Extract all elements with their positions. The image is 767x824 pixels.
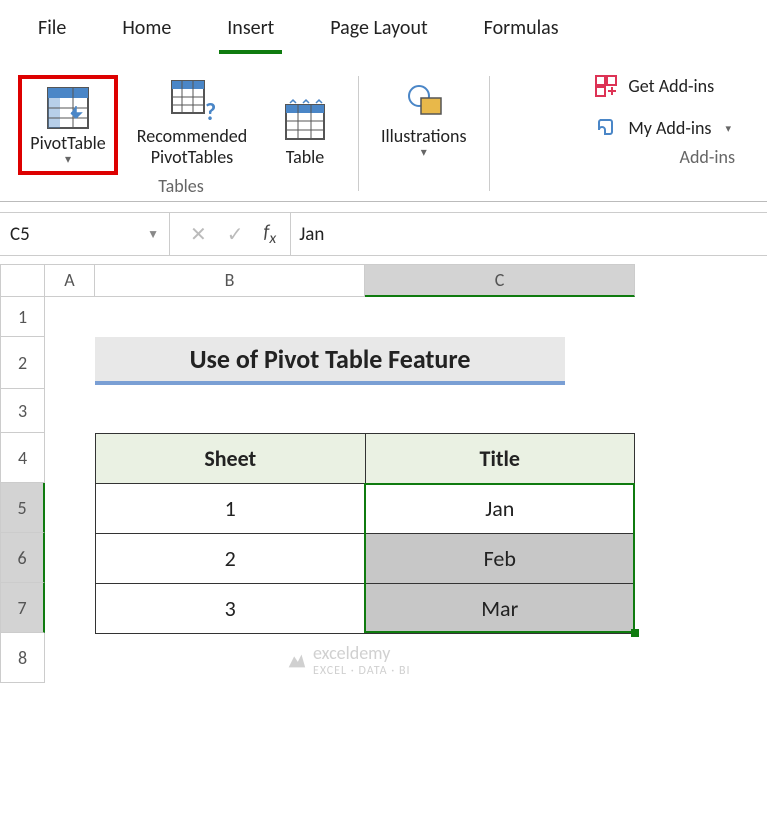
illustrations-button[interactable]: Illustrations ▾ [377, 70, 471, 166]
ribbon-body: PivotTable ▾ ? Recommended PivotTables T… [0, 62, 767, 202]
cancel-icon[interactable]: ✕ [190, 222, 207, 247]
row-header-3[interactable]: 3 [0, 389, 45, 433]
ribbon-group-addins: Get Add-ins My Add-ins ▾ Add-ins [496, 70, 758, 197]
table-cell[interactable]: Feb [365, 534, 635, 584]
watermark-icon [285, 649, 307, 671]
name-box-value: C5 [10, 223, 30, 246]
row-header-8[interactable]: 8 [0, 633, 45, 683]
separator [489, 76, 490, 191]
row-header-5[interactable]: 5 [0, 483, 45, 533]
illustrations-label: Illustrations [381, 126, 467, 147]
ribbon-group-tables: PivotTable ▾ ? Recommended PivotTables T… [10, 70, 352, 197]
name-box[interactable]: C5 ▼ [0, 213, 170, 255]
col-header-c[interactable]: C [365, 264, 635, 297]
get-addins-button[interactable]: Get Add-ins [594, 74, 731, 98]
table-cell[interactable]: 2 [96, 534, 366, 584]
col-header-b[interactable]: B [95, 264, 365, 297]
row-header-4[interactable]: 4 [0, 433, 45, 483]
recommended-pivottables-label: Recommended PivotTables [137, 126, 247, 167]
enter-icon[interactable]: ✓ [227, 222, 244, 247]
row-header-1[interactable]: 1 [0, 297, 45, 337]
formula-bar: C5 ▼ ✕ ✓ fx Jan [0, 212, 767, 256]
get-addins-icon [594, 74, 618, 98]
table-cell[interactable]: 3 [96, 584, 366, 634]
table-header-sheet[interactable]: Sheet [96, 434, 366, 484]
row-header-2[interactable]: 2 [0, 337, 45, 389]
pivottable-button[interactable]: PivotTable ▾ [22, 77, 114, 173]
formula-input[interactable]: Jan [291, 223, 767, 246]
table-label: Table [286, 147, 325, 168]
svg-text:?: ? [205, 98, 216, 126]
my-addins-icon [594, 116, 618, 140]
chevron-down-icon: ▾ [725, 122, 731, 135]
pivottable-label: PivotTable [30, 133, 105, 154]
ribbon-tabs: File Home Insert Page Layout Formulas [0, 0, 767, 62]
cells-area[interactable]: Use of Pivot Table Feature Sheet Title 1… [45, 297, 767, 683]
pivottable-icon [43, 83, 93, 133]
watermark-name: exceldemy [313, 642, 411, 664]
data-table: Sheet Title 1 Jan 2 Feb 3 Mar [95, 433, 635, 634]
recommended-pivottables-icon: ? [167, 76, 217, 126]
group-label-tables: Tables [158, 175, 204, 197]
chevron-down-icon: ▾ [421, 147, 427, 161]
group-label-illustrations [422, 168, 426, 190]
select-all-corner[interactable] [0, 264, 45, 297]
get-addins-label: Get Add-ins [628, 75, 714, 97]
formula-controls: ✕ ✓ [170, 222, 264, 247]
table-icon [280, 97, 330, 147]
row-header-7[interactable]: 7 [0, 583, 45, 633]
tab-page-layout[interactable]: Page Layout [322, 12, 435, 54]
tab-home[interactable]: Home [114, 12, 179, 54]
watermark: exceldemy EXCEL · DATA · BI [285, 642, 411, 678]
group-label-addins: Add-ins [680, 146, 735, 168]
separator [358, 76, 359, 191]
sheet-title[interactable]: Use of Pivot Table Feature [95, 337, 565, 385]
table-button[interactable]: Table [270, 91, 340, 174]
table-cell[interactable]: Jan [365, 484, 635, 534]
recommended-pivottables-button[interactable]: ? Recommended PivotTables [122, 70, 262, 173]
spreadsheet-grid: A B C 1 2 3 4 5 6 7 8 Use of Pivot Table… [0, 264, 767, 683]
fill-handle[interactable] [631, 629, 639, 637]
table-cell[interactable]: Mar [365, 584, 635, 634]
ribbon-group-illustrations: Illustrations ▾ [365, 70, 483, 197]
row-header-6[interactable]: 6 [0, 533, 45, 583]
my-addins-label: My Add-ins [628, 117, 711, 139]
tab-formulas[interactable]: Formulas [476, 12, 567, 54]
watermark-sub: EXCEL · DATA · BI [313, 664, 411, 678]
chevron-down-icon: ▾ [65, 154, 71, 168]
chevron-down-icon: ▼ [147, 227, 159, 242]
table-header-title[interactable]: Title [365, 434, 635, 484]
tab-file[interactable]: File [30, 12, 74, 54]
col-header-a[interactable]: A [45, 264, 95, 297]
tab-insert[interactable]: Insert [219, 12, 282, 54]
my-addins-button[interactable]: My Add-ins ▾ [594, 116, 731, 140]
table-cell[interactable]: 1 [96, 484, 366, 534]
fx-icon[interactable]: fx [264, 221, 291, 248]
illustrations-icon [399, 76, 449, 126]
